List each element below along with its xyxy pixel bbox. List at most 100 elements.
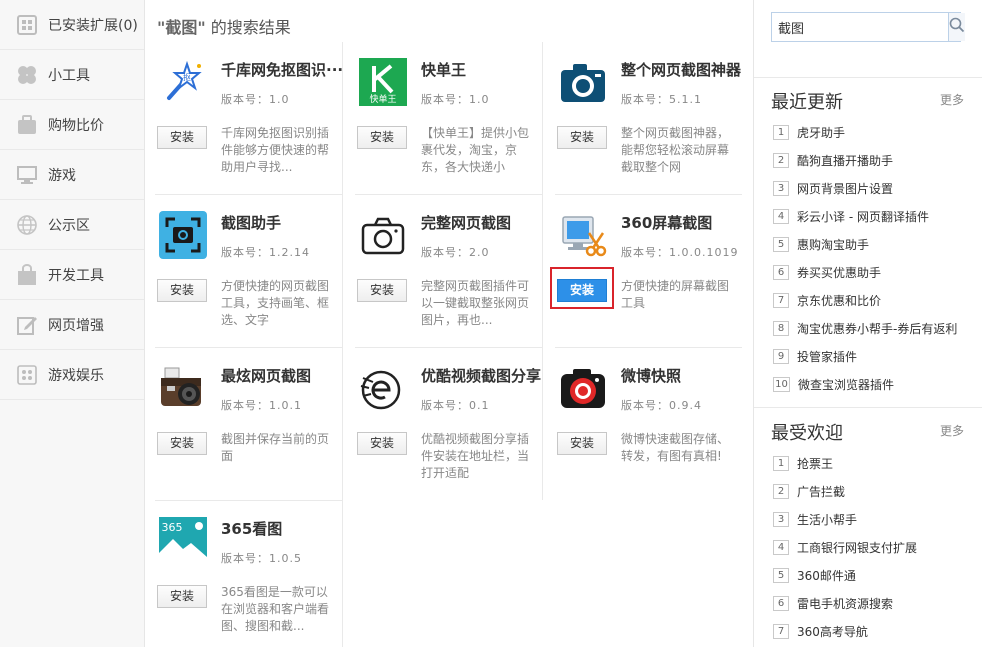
list-item[interactable]: 1 抢票王 — [773, 449, 917, 477]
list-item-label: 券买买优惠助手 — [797, 265, 882, 280]
results-query: "截图" — [157, 18, 206, 37]
rank-number: 9 — [773, 348, 789, 364]
list-item[interactable]: 9 投管家插件 — [773, 342, 957, 370]
shopping-icon — [14, 112, 40, 138]
install-button[interactable]: 安装 — [557, 432, 607, 455]
sidebar-item-tools[interactable]: 小工具 — [0, 50, 144, 100]
list-item-label: 虎牙助手 — [797, 125, 846, 140]
sidebar-item-installed[interactable]: 已安装扩展(0) — [0, 0, 144, 50]
results-suffix: 的搜索结果 — [205, 18, 291, 37]
extension-description: 千库网免抠图识别插件能够方便快速的帮助用户寻找... — [221, 126, 330, 174]
list-item[interactable]: 1 虎牙助手 — [773, 118, 957, 146]
extension-name[interactable]: 365看图 — [221, 518, 282, 539]
install-button[interactable]: 安装 — [157, 585, 207, 608]
list-item[interactable]: 7 京东优惠和比价 — [773, 286, 957, 314]
search-box — [771, 12, 965, 42]
extension-version: 版本号：1.2.14 — [221, 246, 310, 259]
extension-version: 版本号：2.0 — [421, 246, 490, 259]
extension-name[interactable]: 优酷视频截图分享 — [421, 365, 541, 386]
rank-number: 1 — [773, 455, 789, 471]
list-item-label: 工商银行网银支付扩展 — [797, 540, 918, 555]
extension-version: 版本号：1.0.1 — [221, 399, 302, 412]
list-item[interactable]: 10 微查宝浏览器插件 — [773, 370, 957, 398]
extension-name[interactable]: 快单王 — [421, 59, 466, 80]
install-button[interactable]: 安装 — [357, 279, 407, 302]
extension-card: 微博快照 版本号：0.9.4 安装 微博快速截图存储、转发，有图有真相! — [555, 348, 745, 501]
extension-description: 方便快捷的网页截图工具，支持画笔、框选、文字 — [221, 279, 330, 327]
list-item[interactable]: 2 酷狗直播开播助手 — [773, 146, 957, 174]
list-item-label: 抢票王 — [797, 456, 834, 471]
install-button[interactable]: 安装 — [557, 126, 607, 149]
list-item[interactable]: 4 彩云小译 - 网页翻译插件 — [773, 202, 957, 230]
svg-text:抠: 抠 — [183, 72, 191, 82]
rank-number: 2 — [773, 152, 789, 168]
extension-card: 360屏幕截图 版本号：1.0.0.1019 安装 方便快捷的屏幕截图工具 — [550, 195, 745, 348]
extension-name[interactable]: 最炫网页截图 — [221, 365, 311, 386]
sidebar-item-games[interactable]: 游戏 — [0, 150, 144, 200]
rank-number: 3 — [773, 511, 789, 527]
extension-card: 最炫网页截图 版本号：1.0.1 安装 截图并保存当前的页面 — [155, 348, 345, 501]
list-item-label: 彩云小译 - 网页翻译插件 — [797, 209, 929, 224]
divider — [754, 407, 982, 408]
rank-number: 1 — [773, 124, 789, 140]
install-button[interactable]: 安装 — [157, 126, 207, 149]
sidebar: 已安装扩展(0) 小工具 购物比价 游戏 公示区 开发工具 网页增强 游戏娱乐 — [0, 0, 145, 647]
extension-name[interactable]: 截图助手 — [221, 212, 281, 233]
extension-name[interactable]: 千库网免抠图识··· — [221, 59, 343, 80]
rank-number: 8 — [773, 320, 789, 336]
grid-icon — [14, 362, 40, 388]
sidebar-item-public[interactable]: 公示区 — [0, 200, 144, 250]
sidebar-item-devtools[interactable]: 开发工具 — [0, 250, 144, 300]
search-button[interactable] — [948, 13, 965, 41]
list-item-label: 广告拦截 — [797, 484, 846, 499]
recent-more-link[interactable]: 更多 — [940, 91, 964, 108]
list-item[interactable]: 5 360邮件通 — [773, 561, 917, 589]
install-button[interactable]: 安装 — [157, 432, 207, 455]
install-button[interactable]: 安装 — [357, 126, 407, 149]
popular-title: 最受欢迎 — [771, 423, 843, 444]
extension-name[interactable]: 360屏幕截图 — [621, 212, 712, 233]
results-title: "截图" 的搜索结果 — [157, 14, 291, 38]
list-item[interactable]: 3 生活小帮手 — [773, 505, 917, 533]
rank-number: 7 — [773, 623, 789, 639]
list-item[interactable]: 3 网页背景图片设置 — [773, 174, 957, 202]
sidebar-item-label: 游戏 — [48, 167, 76, 184]
list-item[interactable]: 2 广告拦截 — [773, 477, 917, 505]
extension-name[interactable]: 微博快照 — [621, 365, 681, 386]
extension-card: 完整网页截图 版本号：2.0 安装 完整网页截图插件可以一键截取整张网页图片，再… — [355, 195, 545, 348]
extension-version: 版本号：5.1.1 — [621, 93, 702, 106]
screen-scissors-icon — [559, 211, 607, 259]
list-item[interactable]: 7 360高考导航 — [773, 617, 917, 645]
extension-name[interactable]: 整个网页截图神器 — [621, 59, 741, 80]
list-item[interactable]: 4 工商银行网银支付扩展 — [773, 533, 917, 561]
sidebar-item-label: 公示区 — [48, 217, 90, 234]
extension-name[interactable]: 完整网页截图 — [421, 212, 511, 233]
extension-card: 截图助手 版本号：1.2.14 安装 方便快捷的网页截图工具，支持画笔、框选、文… — [155, 195, 345, 348]
list-item-label: 生活小帮手 — [797, 512, 858, 527]
list-item[interactable]: 8 淘宝优惠券小帮手-券后有返利 — [773, 314, 957, 342]
sidebar-item-shopping[interactable]: 购物比价 — [0, 100, 144, 150]
install-button[interactable]: 安装 — [357, 432, 407, 455]
search-input[interactable] — [772, 13, 948, 41]
sidebar-item-entertainment[interactable]: 游戏娱乐 — [0, 350, 144, 400]
sidebar-item-label: 小工具 — [48, 67, 90, 84]
list-item[interactable]: 6 券买买优惠助手 — [773, 258, 957, 286]
svg-text:快单王: 快单王 — [369, 93, 396, 105]
right-panel: 最近更新 更多 1 虎牙助手 2 酷狗直播开播助手 3 网页背景图片设置 4 彩云小译 … — [753, 0, 982, 647]
popular-more-link[interactable]: 更多 — [940, 422, 964, 439]
sidebar-item-web-enhance[interactable]: 网页增强 — [0, 300, 144, 350]
sidebar-item-label: 购物比价 — [48, 117, 104, 134]
list-item-label: 雷电手机资源搜索 — [797, 596, 894, 611]
extension-description: 截图并保存当前的页面 — [221, 432, 330, 463]
bag-icon — [14, 262, 40, 288]
rank-number: 4 — [773, 539, 789, 555]
list-item[interactable]: 5 惠购淘宝助手 — [773, 230, 957, 258]
list-item-label: 360邮件通 — [797, 568, 856, 583]
list-item-label: 微查宝浏览器插件 — [798, 377, 895, 392]
extension-version: 版本号：0.9.4 — [621, 399, 702, 412]
globe-icon — [14, 212, 40, 238]
install-button[interactable]: 安装 — [157, 279, 207, 302]
highlight-box — [550, 267, 614, 309]
list-item-label: 酷狗直播开播助手 — [797, 153, 894, 168]
list-item[interactable]: 6 雷电手机资源搜索 — [773, 589, 917, 617]
